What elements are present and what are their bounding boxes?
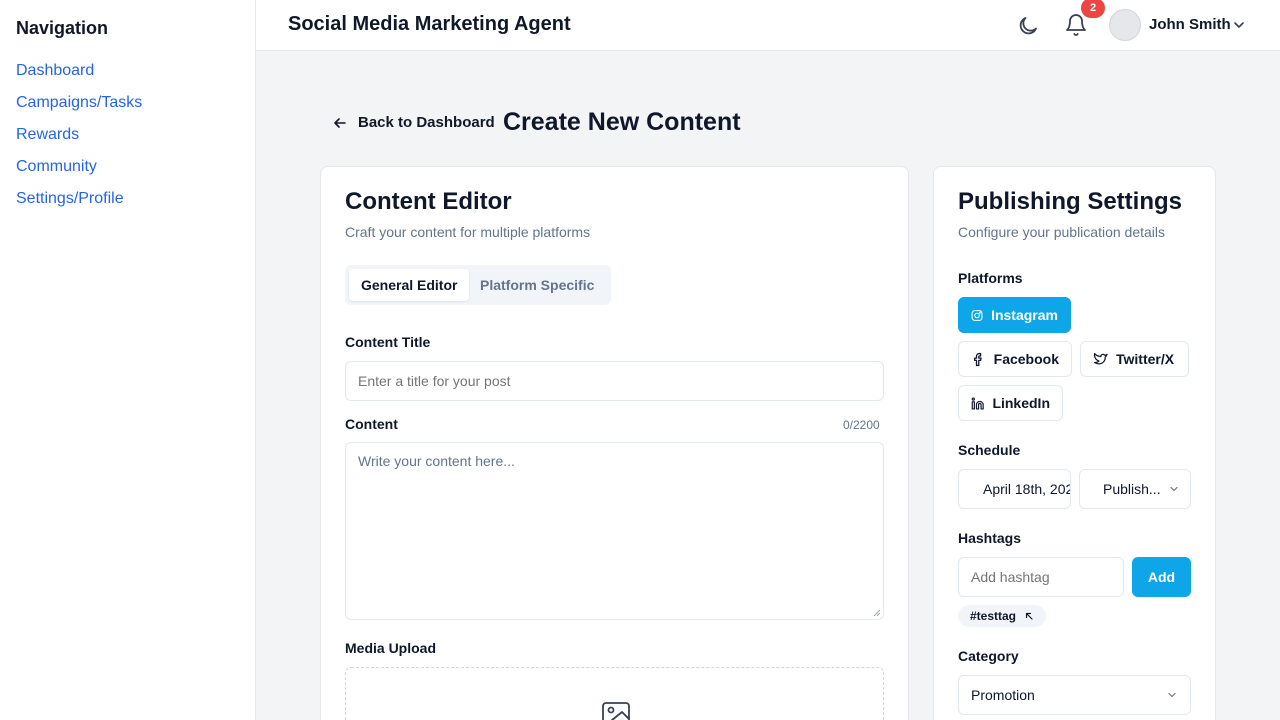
platform-label: Facebook — [993, 351, 1059, 367]
moon-icon[interactable] — [1016, 14, 1040, 38]
image-icon — [602, 702, 630, 720]
sidebar-item-campaigns[interactable]: Campaigns/Tasks — [16, 87, 239, 119]
remove-tag-icon[interactable] — [1024, 611, 1034, 621]
content-title-input[interactable] — [345, 361, 884, 401]
schedule-label: Schedule — [958, 442, 1021, 458]
notification-badge: 2 — [1081, 0, 1105, 18]
platform-label: LinkedIn — [992, 395, 1050, 411]
hashtag-input[interactable] — [958, 557, 1124, 597]
chevron-down-icon — [1168, 692, 1176, 698]
platform-twitter-button[interactable]: Twitter/X — [1080, 341, 1189, 377]
editor-title: Content Editor — [345, 188, 512, 215]
bell-icon[interactable] — [1064, 13, 1088, 37]
publishing-settings-card: Publishing Settings Configure your publi… — [933, 166, 1216, 720]
arrow-left-icon — [334, 117, 346, 128]
character-counter: 0/2200 — [843, 418, 880, 432]
editor-tabs: General Editor Platform Specific — [345, 265, 611, 305]
content-placeholder: Write your content here... — [358, 453, 515, 469]
sidebar-item-rewards[interactable]: Rewards — [16, 119, 239, 151]
app-title: Social Media Marketing Agent — [288, 13, 571, 35]
page-title: Create New Content — [503, 108, 741, 136]
media-upload-label: Media Upload — [345, 640, 437, 656]
media-dropzone[interactable] — [345, 667, 884, 720]
chevron-down-icon[interactable] — [1231, 17, 1247, 33]
platform-linkedin-button[interactable]: LinkedIn — [958, 385, 1063, 421]
content-title-label: Content Title — [345, 334, 431, 350]
chevron-down-icon — [1170, 486, 1178, 492]
content-label: Content — [345, 416, 398, 432]
sidebar-heading: Navigation — [16, 18, 109, 38]
user-name[interactable]: John Smith — [1149, 16, 1231, 33]
platform-facebook-button[interactable]: Facebook — [958, 341, 1072, 377]
linkedin-icon — [971, 396, 984, 410]
category-select[interactable]: Promotion — [958, 675, 1191, 715]
back-label: Back to Dashboard — [358, 114, 495, 131]
schedule-mode-value: Publish... — [1103, 481, 1161, 497]
facebook-icon — [974, 352, 982, 366]
top-bar: Social Media Marketing Agent 2 John Smit… — [256, 0, 1280, 51]
avatar[interactable] — [1109, 9, 1141, 41]
settings-title: Publishing Settings — [958, 188, 1183, 215]
resize-handle-icon[interactable] — [873, 609, 881, 617]
tab-platform-specific[interactable]: Platform Specific — [468, 269, 606, 301]
hashtag-chip: #testtag — [958, 605, 1047, 627]
schedule-mode-select[interactable]: Publish... — [1079, 469, 1191, 509]
hashtags-label: Hashtags — [958, 530, 1022, 546]
editor-subtitle: Craft your content for multiple platform… — [345, 224, 591, 240]
sidebar-item-community[interactable]: Community — [16, 151, 239, 183]
sidebar-item-dashboard[interactable]: Dashboard — [16, 55, 239, 87]
platform-label: Twitter/X — [1116, 351, 1175, 367]
sidebar-item-settings[interactable]: Settings/Profile — [16, 183, 239, 215]
schedule-date-value: April 18th, 2025 — [983, 481, 1070, 497]
category-value: Promotion — [971, 687, 1035, 703]
content-editor-card: Content Editor Craft your content for mu… — [320, 166, 909, 720]
add-hashtag-button[interactable]: Add — [1132, 557, 1191, 597]
platform-label: Instagram — [991, 307, 1058, 323]
sidebar: Navigation Dashboard Campaigns/Tasks Rew… — [0, 0, 256, 720]
platform-instagram-button[interactable]: Instagram — [958, 297, 1071, 333]
tab-general-editor[interactable]: General Editor — [349, 269, 470, 301]
back-to-dashboard-link[interactable]: Back to Dashboard — [332, 114, 495, 131]
schedule-date-picker[interactable]: April 18th, 2025 — [958, 469, 1071, 509]
platforms-label: Platforms — [958, 270, 1023, 286]
content-textarea[interactable]: Write your content here... — [345, 442, 884, 620]
instagram-icon — [971, 309, 983, 321]
hashtag-chip-label: #testtag — [970, 609, 1017, 623]
twitter-icon — [1093, 352, 1108, 364]
settings-subtitle: Configure your publication details — [958, 224, 1166, 240]
category-label: Category — [958, 648, 1019, 664]
